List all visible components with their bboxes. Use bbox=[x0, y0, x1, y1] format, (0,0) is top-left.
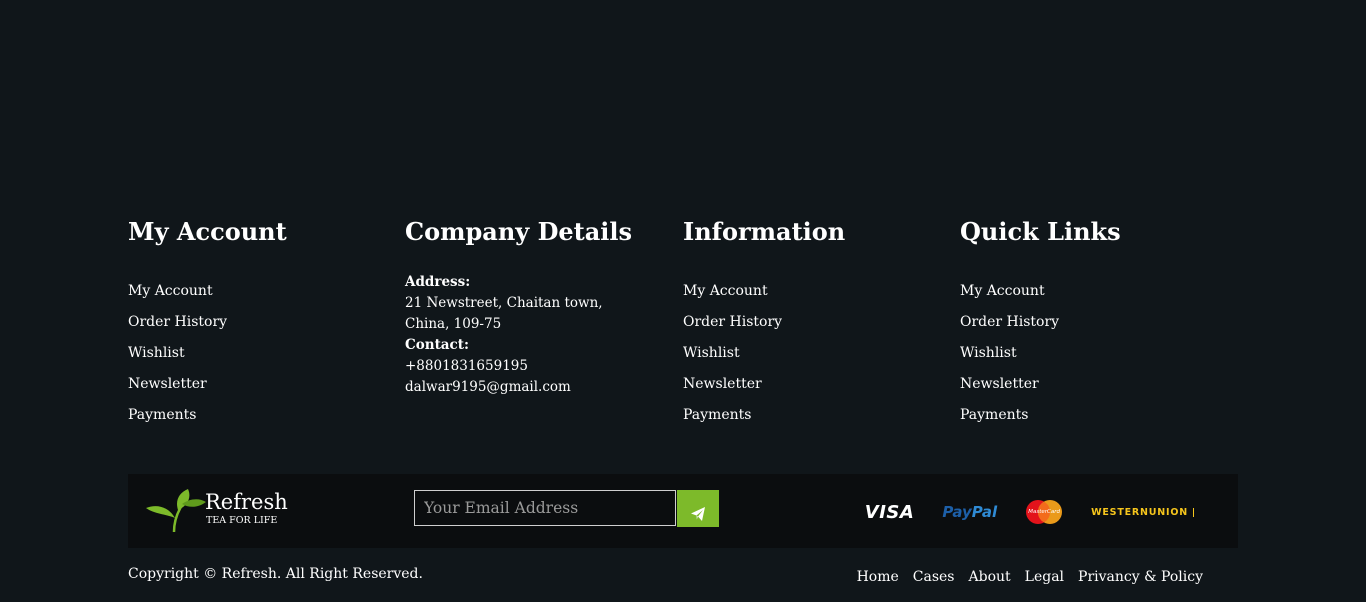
nav-link-legal[interactable]: Legal bbox=[1025, 567, 1064, 587]
western-union-logo: WESTERN UNION bbox=[1091, 506, 1194, 518]
column-title: Company Details bbox=[405, 217, 633, 246]
brand-logo[interactable]: Refresh TEA FOR LIFE bbox=[144, 488, 294, 534]
paper-plane-icon bbox=[691, 506, 705, 521]
link-newsletter[interactable]: Newsletter bbox=[960, 369, 1059, 400]
tea-leaf-icon bbox=[146, 489, 206, 533]
link-payments[interactable]: Payments bbox=[128, 400, 227, 431]
column-title: My Account bbox=[128, 217, 287, 246]
contact-email: dalwar9195@gmail.com bbox=[405, 379, 571, 395]
link-list: My Account Order History Wishlist Newsle… bbox=[683, 276, 782, 431]
link-newsletter[interactable]: Newsletter bbox=[128, 369, 227, 400]
link-wishlist[interactable]: Wishlist bbox=[128, 338, 227, 369]
link-newsletter[interactable]: Newsletter bbox=[683, 369, 782, 400]
footer-column-information: Information My Account Order History Wis… bbox=[683, 216, 933, 423]
western-union-line2: UNION bbox=[1148, 506, 1188, 518]
link-list: My Account Order History Wishlist Newsle… bbox=[128, 276, 227, 431]
visa-logo: VISA bbox=[864, 501, 915, 523]
newsletter-submit-button[interactable] bbox=[677, 490, 719, 527]
paypal-text-pal: Pal bbox=[971, 503, 998, 521]
link-list: My Account Order History Wishlist Newsle… bbox=[960, 276, 1059, 431]
newsletter-email-input[interactable] bbox=[414, 490, 676, 526]
payment-methods: VISA Pay Pal MasterCard WESTERN UNION bbox=[865, 496, 1194, 528]
column-title: Quick Links bbox=[960, 217, 1121, 246]
link-order-history[interactable]: Order History bbox=[683, 307, 782, 338]
paypal-logo: Pay Pal bbox=[942, 503, 997, 521]
brand-tagline: TEA FOR LIFE bbox=[206, 515, 278, 526]
link-payments[interactable]: Payments bbox=[960, 400, 1059, 431]
contact-label: Contact: bbox=[405, 337, 469, 353]
link-my-account[interactable]: My Account bbox=[960, 276, 1059, 307]
brand-name: Refresh bbox=[205, 490, 288, 514]
western-union-line1: WESTERN bbox=[1091, 506, 1149, 518]
footer-column-company-details: Company Details Address: 21 Newstreet, C… bbox=[405, 216, 655, 395]
link-my-account[interactable]: My Account bbox=[683, 276, 782, 307]
footer-bar: Refresh TEA FOR LIFE VISA PayPal bbox=[128, 474, 1238, 548]
mastercard-text: MasterCard bbox=[1028, 509, 1060, 515]
link-order-history[interactable]: Order History bbox=[128, 307, 227, 338]
mastercard-mark: MasterCard bbox=[1025, 499, 1063, 525]
address-value: 21 Newstreet, Chaitan town, China, 109-7… bbox=[405, 295, 603, 332]
link-payments[interactable]: Payments bbox=[683, 400, 782, 431]
nav-link-cases[interactable]: Cases bbox=[913, 567, 955, 587]
column-title: Information bbox=[683, 217, 846, 246]
nav-link-privacy-policy[interactable]: Privancy & Policy bbox=[1078, 567, 1203, 587]
nav-link-home[interactable]: Home bbox=[857, 567, 899, 587]
phone-number: +8801831659195 bbox=[405, 358, 528, 374]
footer-column-quick-links: Quick Links My Account Order History Wis… bbox=[960, 216, 1210, 423]
address-label: Address: bbox=[405, 274, 471, 290]
site-footer: My Account My Account Order History Wish… bbox=[0, 0, 1366, 602]
mastercard-logo: MasterCard bbox=[1025, 499, 1063, 525]
nav-link-about[interactable]: About bbox=[969, 567, 1011, 587]
link-wishlist[interactable]: Wishlist bbox=[960, 338, 1059, 369]
link-wishlist[interactable]: Wishlist bbox=[683, 338, 782, 369]
link-my-account[interactable]: My Account bbox=[128, 276, 227, 307]
footer-column-my-account: My Account My Account Order History Wish… bbox=[128, 216, 378, 423]
link-order-history[interactable]: Order History bbox=[960, 307, 1059, 338]
paypal-text-pay: Pay bbox=[942, 503, 972, 521]
bottom-nav: Home Cases About Legal Privancy & Policy bbox=[843, 567, 1203, 587]
copyright-text: Copyright © Refresh. All Right Reserved. bbox=[128, 566, 423, 582]
company-details: Address: 21 Newstreet, Chaitan town, Chi… bbox=[405, 272, 640, 398]
